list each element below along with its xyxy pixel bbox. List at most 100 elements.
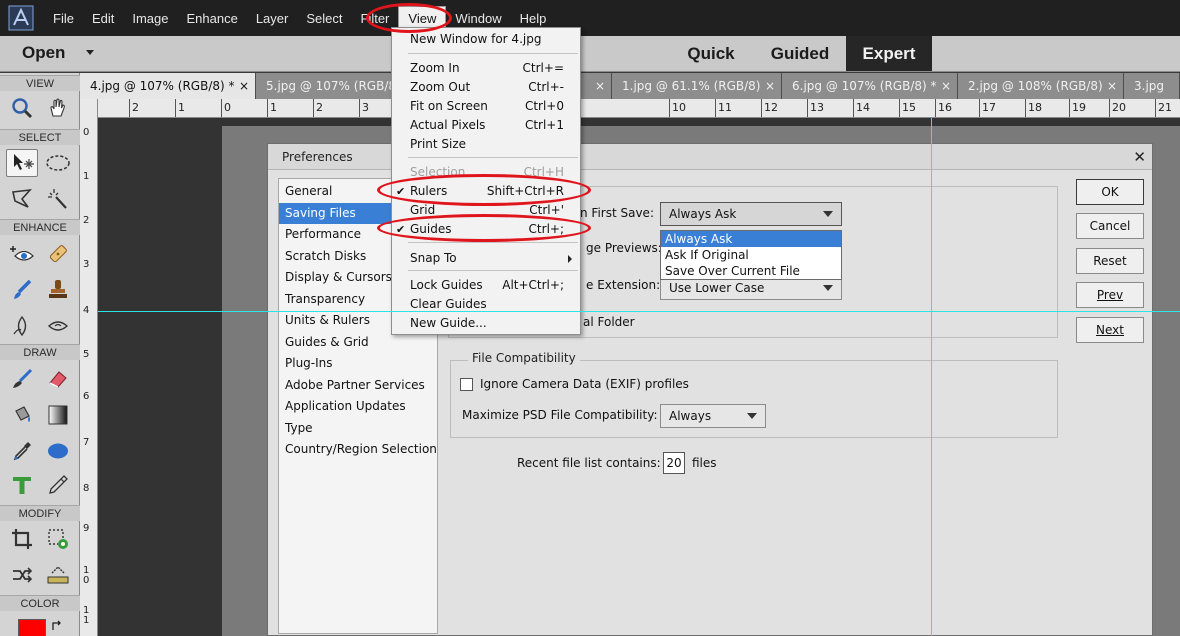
move-tool-icon[interactable] — [6, 149, 38, 177]
eraser-tool-icon[interactable] — [42, 365, 74, 393]
crop-tool-icon[interactable] — [6, 525, 38, 553]
tab-3-jpg[interactable]: 3.jpg — [1124, 73, 1180, 99]
category-adobe-partner-services[interactable]: Adobe Partner Services — [279, 375, 437, 397]
cancel-button[interactable]: Cancel — [1076, 213, 1144, 239]
menu-actual-pixels[interactable]: Actual Pixels Ctrl+1 — [392, 116, 580, 135]
tab-close-icon[interactable]: × — [595, 73, 605, 99]
tab-1-jpg[interactable]: 1.jpg @ 61.1% (RGB/8) × — [612, 73, 782, 99]
ruler-tick — [129, 99, 130, 117]
content-aware-move-icon[interactable] — [6, 561, 38, 589]
ignore-exif-checkbox[interactable] — [460, 378, 473, 391]
mode-expert[interactable]: Expert — [846, 36, 932, 71]
tab-label: 1.jpg @ 61.1% (RGB/8) — [622, 79, 761, 93]
maximize-psd-label: Maximize PSD File Compatibility: — [462, 408, 658, 422]
swap-colors-icon[interactable] — [50, 619, 64, 633]
smart-brush-icon[interactable] — [6, 276, 38, 304]
menu-select[interactable]: Select — [297, 7, 351, 30]
horizontal-ruler[interactable]: 2 1 0 1 2 3 10 11 12 13 14 15 16 17 18 19 20 21 — [98, 99, 1180, 118]
open-button[interactable]: Open — [22, 43, 65, 63]
menu-label: Fit on Screen — [410, 99, 488, 113]
menu-file[interactable]: File — [44, 7, 83, 30]
horizontal-guide[interactable] — [98, 311, 1180, 312]
menu-enhance[interactable]: Enhance — [178, 7, 247, 30]
close-icon[interactable]: ✕ — [1133, 148, 1146, 166]
menu-layer[interactable]: Layer — [247, 7, 298, 30]
prev-button[interactable]: Prev — [1076, 282, 1144, 308]
spot-healing-icon[interactable] — [42, 240, 74, 268]
vertical-ruler[interactable]: 01234567891011 — [80, 99, 98, 636]
menu-selection: Selection Ctrl+H — [392, 163, 580, 182]
pencil-tool-icon[interactable] — [42, 471, 74, 499]
menu-new-guide[interactable]: New Guide... — [392, 314, 580, 333]
reset-button[interactable]: Reset — [1076, 248, 1144, 274]
gradient-tool-icon[interactable] — [42, 401, 74, 429]
tab-2-jpg[interactable]: 2.jpg @ 108% (RGB/8) × — [958, 73, 1124, 99]
menu-new-window[interactable]: New Window for 4.jpg — [392, 30, 580, 49]
lasso-tool-icon[interactable] — [6, 185, 38, 213]
ok-button[interactable]: OK — [1076, 179, 1144, 205]
menu-image[interactable]: Image — [123, 7, 177, 30]
menu-grid[interactable]: Grid Ctrl+' — [392, 201, 580, 220]
blur-tool-icon[interactable] — [6, 312, 38, 340]
tab-close-icon[interactable]: × — [239, 73, 249, 99]
option-ask-if-original[interactable]: Ask If Original — [661, 247, 841, 263]
tab-close-icon[interactable]: × — [765, 73, 775, 99]
menu-zoom-out[interactable]: Zoom Out Ctrl+- — [392, 78, 580, 97]
category-type[interactable]: Type — [279, 418, 437, 440]
menu-print-size[interactable]: Print Size — [392, 135, 580, 154]
straighten-tool-icon[interactable] — [42, 561, 74, 589]
open-dropdown-icon[interactable] — [86, 50, 94, 55]
menu-snap-to[interactable]: Snap To — [392, 249, 580, 268]
menu-fit-on-screen[interactable]: Fit on Screen Ctrl+0 — [392, 97, 580, 116]
hand-tool-icon[interactable] — [42, 94, 74, 122]
type-tool-icon[interactable] — [6, 471, 38, 499]
menu-zoom-in[interactable]: Zoom In Ctrl+= — [392, 59, 580, 78]
zoom-tool-icon[interactable] — [6, 94, 38, 122]
category-plug-ins[interactable]: Plug-Ins — [279, 353, 437, 375]
clone-stamp-icon[interactable] — [42, 276, 74, 304]
menu-rulers[interactable]: ✔ Rulers Shift+Ctrl+R — [392, 182, 580, 201]
red-eye-icon[interactable] — [6, 240, 38, 268]
tab-close-icon[interactable]: × — [1107, 73, 1117, 99]
eyedropper-icon[interactable] — [6, 437, 38, 465]
tab-4-jpg[interactable]: 4.jpg @ 107% (RGB/8) * × — [80, 73, 256, 99]
tab-6-jpg[interactable]: 6.jpg @ 107% (RGB/8) * × — [782, 73, 958, 99]
option-save-over-current[interactable]: Save Over Current File — [661, 263, 841, 279]
option-always-ask[interactable]: Always Ask — [661, 231, 841, 247]
category-country-region[interactable]: Country/Region Selection — [279, 439, 437, 461]
tab-close-icon[interactable]: × — [941, 73, 951, 99]
section-view: VIEW — [0, 75, 80, 91]
menu-lock-guides[interactable]: Lock Guides Alt+Ctrl+; — [392, 276, 580, 295]
next-button[interactable]: Next — [1076, 317, 1144, 343]
menu-edit[interactable]: Edit — [83, 7, 123, 30]
sponge-tool-icon[interactable] — [42, 312, 74, 340]
category-application-updates[interactable]: Application Updates — [279, 396, 437, 418]
ruler-tick-label: 1 — [178, 101, 185, 114]
mode-quick[interactable]: Quick — [666, 36, 756, 71]
document-tab-strip: 4.jpg @ 107% (RGB/8) * × 5.jpg @ 107% (R… — [80, 73, 1180, 99]
menu-label: New Guide... — [410, 316, 487, 330]
checkmark-icon: ✔ — [396, 185, 406, 198]
recompose-tool-icon[interactable] — [42, 525, 74, 553]
menu-guides[interactable]: ✔ Guides Ctrl+; — [392, 220, 580, 239]
brush-tool-icon[interactable] — [6, 365, 38, 393]
elliptical-marquee-icon[interactable] — [42, 149, 74, 177]
maximize-psd-select[interactable]: Always — [660, 404, 766, 428]
menu-label: Zoom Out — [410, 80, 471, 94]
recent-files-input[interactable]: 20 — [663, 452, 685, 474]
ruler-tick-label: 16 — [938, 101, 952, 114]
mode-guided[interactable]: Guided — [756, 36, 844, 71]
paint-bucket-icon[interactable] — [6, 401, 38, 429]
ruler-tick-label: 12 — [764, 101, 778, 114]
on-first-save-select[interactable]: Always Ask — [660, 202, 842, 226]
original-folder-label: al Folder — [583, 315, 635, 329]
ruler-tick — [1025, 99, 1026, 117]
file-compatibility-title: File Compatibility — [468, 351, 580, 365]
foreground-color-swatch[interactable] — [18, 619, 46, 636]
vertical-guide[interactable] — [931, 118, 932, 636]
ruler-tick — [1069, 99, 1070, 117]
ruler-tick — [1109, 99, 1110, 117]
ellipse-shape-icon[interactable] — [42, 437, 74, 465]
menu-separator — [408, 242, 578, 243]
magic-wand-icon[interactable] — [42, 185, 74, 213]
